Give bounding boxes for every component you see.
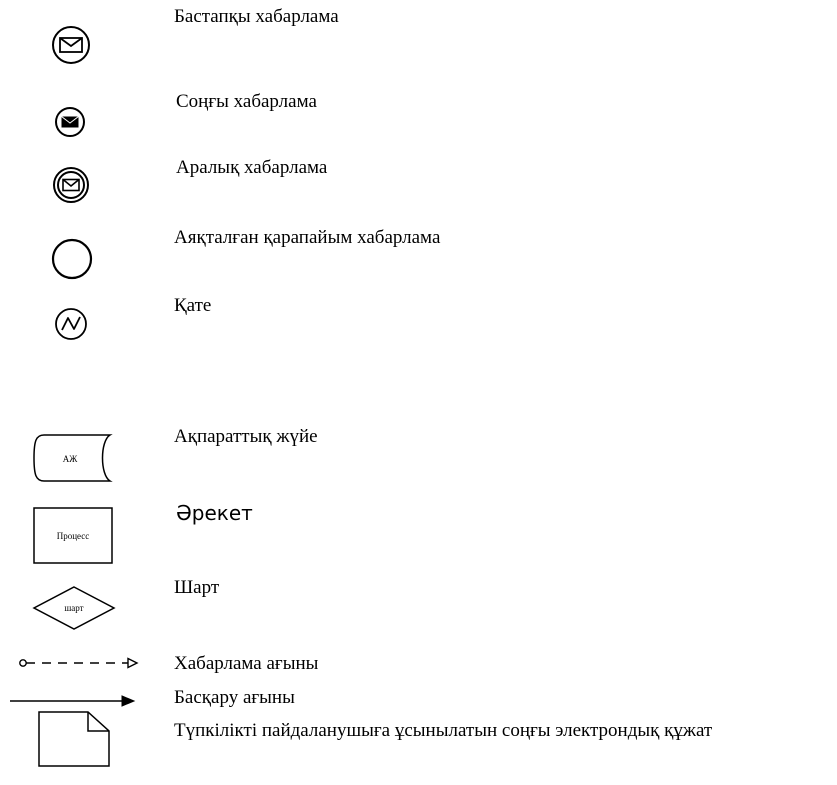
- simple-end-label: Аяқталған қарапайым хабарлама: [174, 227, 441, 248]
- condition-icon: шарт: [32, 586, 116, 630]
- message-flow-label: Хабарлама ағыны: [174, 653, 319, 674]
- condition-short-text: шарт: [64, 603, 83, 613]
- process-short-text: Процесс: [57, 531, 90, 541]
- control-flow-arrow-icon: [10, 695, 136, 707]
- error-label: Қате: [174, 295, 212, 316]
- action-label: Әрекет: [176, 501, 253, 525]
- simple-end-icon: [51, 238, 93, 280]
- info-system-icon: АЖ: [33, 434, 113, 482]
- process-icon: Процесс: [33, 507, 113, 564]
- end-message-label: Соңғы хабарлама: [176, 91, 317, 112]
- condition-label: Шарт: [174, 577, 220, 598]
- info-system-label: Ақпараттық жүйе: [174, 426, 318, 447]
- error-icon: [55, 308, 87, 340]
- intermediate-message-icon: [53, 167, 89, 203]
- start-message-icon: [52, 26, 90, 64]
- end-message-icon: [55, 107, 85, 137]
- intermediate-message-label: Аралық хабарлама: [176, 157, 328, 178]
- info-system-short-text: АЖ: [63, 454, 78, 464]
- final-document-icon: [38, 711, 110, 767]
- message-flow-arrow-icon: [19, 657, 139, 669]
- control-flow-label: Басқару ағыны: [174, 687, 295, 708]
- final-document-label: Түпкілікті пайдаланушыға ұсынылатын соңғ…: [174, 720, 713, 741]
- start-message-label: Бастапқы хабарлама: [174, 6, 339, 27]
